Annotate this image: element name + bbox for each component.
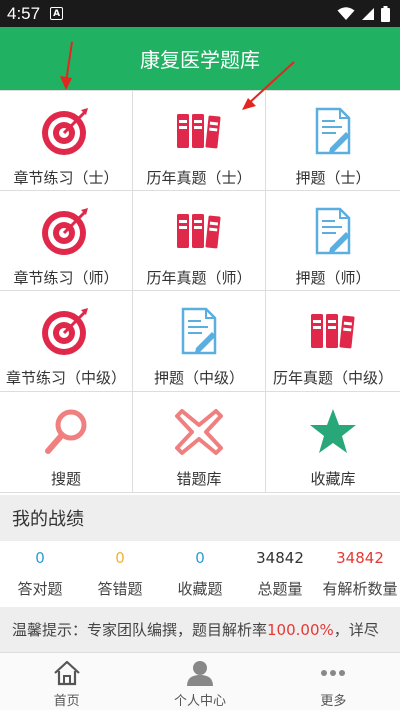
stat-total[interactable]: 34842 总题量 [240, 541, 320, 605]
menu-item-label: 押题（士） [295, 169, 371, 187]
tab-home[interactable]: 首页 [0, 653, 133, 710]
binders-icon [174, 106, 224, 156]
stat-favorites[interactable]: 0 收藏题 [160, 541, 240, 605]
menu-item-mock-intermediate[interactable]: 押题（中级） [133, 291, 266, 392]
menu-item-label: 历年真题（师） [146, 269, 252, 287]
home-icon [53, 659, 81, 687]
stat-label: 答错题 [97, 580, 143, 598]
status-icons [337, 5, 390, 22]
user-icon [186, 659, 214, 687]
menu-item-chapter-practice-shi[interactable]: 章节练习（士） [0, 91, 133, 191]
menu-item-favorites[interactable]: 收藏库 [266, 392, 400, 493]
menu-item-past-exams-intermediate[interactable]: 历年真题（中级） [266, 291, 400, 392]
menu-item-mock-shi[interactable]: 押题（士） [266, 91, 400, 191]
battery-icon [381, 5, 390, 22]
tip-suffix: ，详尽 [333, 621, 379, 639]
menu-item-label: 押题（中级） [153, 369, 244, 387]
binders-icon [308, 306, 358, 356]
stat-label: 收藏题 [177, 580, 223, 598]
menu-item-label: 章节练习（士） [13, 169, 119, 187]
wifi-icon [337, 6, 355, 20]
page-title: 康复医学题库 [140, 48, 260, 72]
stat-label: 有解析数量 [322, 580, 398, 598]
signal-icon [362, 7, 374, 20]
menu-item-chapter-practice-intermediate[interactable]: 章节练习（中级） [0, 291, 133, 392]
cross-icon [174, 407, 224, 457]
notification-icon: A [50, 7, 64, 20]
stat-label: 总题量 [257, 580, 303, 598]
menu-item-wrong-questions[interactable]: 错题库 [133, 392, 266, 493]
tab-label: 更多 [320, 694, 347, 709]
tab-label: 个人中心 [173, 694, 226, 709]
status-bar: 4:57 A [0, 0, 400, 27]
menu-item-search[interactable]: 搜题 [0, 392, 133, 493]
menu-grid: 章节练习（士） 历年真题（士） 押题（士） 章节练习（师） 历年真题（师） 押题… [0, 90, 400, 493]
document-pen-icon [174, 306, 224, 356]
menu-item-label: 历年真题（士） [146, 169, 252, 187]
target-icon [41, 306, 91, 356]
binders-icon [174, 206, 224, 256]
target-icon [41, 106, 91, 156]
app-header: 康复医学题库 [0, 27, 400, 90]
menu-item-mock-shi2[interactable]: 押题（师） [266, 191, 400, 291]
menu-item-chapter-practice-shi2[interactable]: 章节练习（师） [0, 191, 133, 291]
menu-item-past-exams-shi2[interactable]: 历年真题（师） [133, 191, 266, 291]
tip-banner: 温馨提示：专家团队编撰，题目解析率 100.00% ，详尽 [0, 607, 400, 652]
target-icon [41, 206, 91, 256]
menu-item-past-exams-shi[interactable]: 历年真题（士） [133, 91, 266, 191]
document-pen-icon [308, 206, 358, 256]
stat-analysis[interactable]: 34842 有解析数量 [320, 541, 400, 605]
menu-item-label: 押题（师） [295, 269, 371, 287]
stat-value: 34842 [256, 549, 304, 567]
menu-item-label: 错题库 [176, 470, 222, 488]
search-icon [41, 407, 91, 457]
tab-label: 首页 [53, 694, 80, 709]
stat-value: 0 [195, 549, 205, 567]
stat-value: 0 [35, 549, 45, 567]
bottom-tab-bar: 首页 个人中心 更多 [0, 652, 400, 710]
stat-value: 0 [115, 549, 125, 567]
tab-profile[interactable]: 个人中心 [133, 653, 266, 710]
menu-item-label: 历年真题（中级） [272, 369, 393, 387]
menu-item-label: 搜题 [50, 470, 81, 488]
more-icon [319, 659, 347, 687]
stat-value: 34842 [336, 549, 384, 567]
tab-more[interactable]: 更多 [267, 653, 400, 710]
document-pen-icon [308, 106, 358, 156]
stat-correct[interactable]: 0 答对题 [0, 541, 80, 605]
menu-item-label: 章节练习（师） [13, 269, 119, 287]
stat-label: 答对题 [17, 580, 63, 598]
tip-rate: 100.00% [267, 620, 334, 639]
star-icon [308, 407, 358, 457]
stats-row: 0 答对题 0 答错题 0 收藏题 34842 总题量 34842 有解析数量 [0, 541, 400, 605]
menu-item-label: 收藏库 [310, 470, 356, 488]
stat-wrong[interactable]: 0 答错题 [80, 541, 160, 605]
tip-prefix: 温馨提示：专家团队编撰，题目解析率 [12, 621, 268, 639]
menu-item-label: 章节练习（中级） [5, 369, 126, 387]
status-time: 4:57 [7, 3, 41, 23]
section-title-record: 我的战绩 [0, 495, 400, 541]
